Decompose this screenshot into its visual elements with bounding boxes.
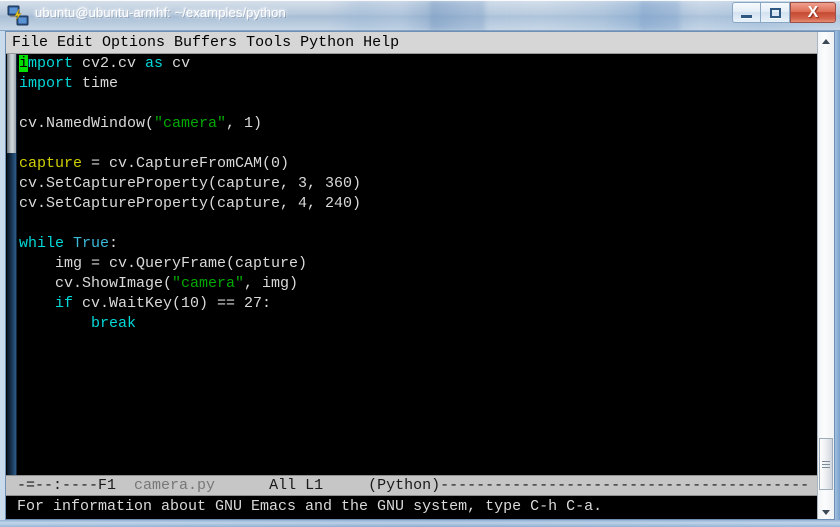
code-line: import cv2.cv as cv bbox=[19, 54, 361, 74]
menu-item-help[interactable]: Help bbox=[363, 35, 399, 50]
window-bottom-border bbox=[0, 520, 840, 527]
emacs-echo-area: For information about GNU Emacs and the … bbox=[6, 496, 834, 519]
code-token: capture bbox=[19, 155, 83, 172]
window-edge-highlight bbox=[0, 0, 840, 1]
putty-ssh-window: ubuntu@ubuntu-armhf: ~/examples/python X… bbox=[0, 0, 840, 527]
code-line: import time bbox=[19, 74, 361, 94]
code-token: img = cv.QueryFrame(capture) bbox=[19, 255, 308, 272]
window-vertical-scrollbar[interactable] bbox=[817, 32, 834, 519]
mode-line-filler: ----------------------------------------… bbox=[440, 477, 810, 494]
window-title: ubuntu@ubuntu-armhf: ~/examples/python bbox=[35, 5, 286, 20]
code-token: , img) bbox=[244, 275, 299, 292]
code-token: import bbox=[19, 75, 74, 92]
code-token: cv bbox=[163, 55, 191, 72]
python-source-code: import cv2.cv as cv import time cv.NamedW… bbox=[19, 54, 361, 334]
menu-item-buffers[interactable]: Buffers bbox=[174, 35, 237, 50]
mode-line-gap3 bbox=[323, 477, 368, 494]
scrollbar-thumb[interactable] bbox=[819, 438, 833, 490]
code-line: img = cv.QueryFrame(capture) bbox=[19, 254, 361, 274]
code-token: time bbox=[73, 75, 119, 92]
mode-line-flags: -=--:----F1 bbox=[17, 477, 117, 494]
code-line: while True: bbox=[19, 234, 361, 254]
scrollbar-grip-icon bbox=[822, 459, 830, 470]
code-line: cv.SetCaptureProperty(capture, 4, 240) bbox=[19, 194, 361, 214]
menu-item-tools[interactable]: Tools bbox=[246, 35, 291, 50]
code-line: if cv.WaitKey(10) == 27: bbox=[19, 294, 361, 314]
glass-streak bbox=[430, 0, 485, 31]
emacs-mode-line: -=--:----F1 camera.py All L1 (Python)---… bbox=[6, 475, 834, 496]
window-right-border bbox=[835, 31, 840, 520]
title-bar[interactable]: ubuntu@ubuntu-armhf: ~/examples/python X bbox=[0, 0, 840, 31]
minimize-button[interactable] bbox=[732, 2, 761, 23]
menu-item-options[interactable]: Options bbox=[102, 35, 165, 50]
terminal-client-area: File Edit Options Buffers Tools Python H… bbox=[5, 31, 835, 520]
mode-line-gap1 bbox=[116, 477, 134, 494]
minimize-icon bbox=[741, 14, 752, 18]
emacs-buffer[interactable]: import cv2.cv as cv import time cv.NamedW… bbox=[6, 54, 834, 475]
scroll-down-button[interactable] bbox=[818, 504, 834, 519]
code-line: capture = cv.CaptureFromCAM(0) bbox=[19, 154, 361, 174]
mode-line-major-mode: (Python) bbox=[368, 477, 441, 494]
menu-item-python[interactable]: Python bbox=[300, 35, 354, 50]
emacs-scrollbar-track[interactable] bbox=[7, 153, 16, 475]
code-token: cv.WaitKey(10) == 27: bbox=[73, 295, 272, 312]
code-token: "camera" bbox=[172, 275, 245, 292]
code-token: cv.NamedWindow( bbox=[19, 115, 155, 132]
code-line: break bbox=[19, 314, 361, 334]
chevron-down-icon bbox=[822, 509, 830, 515]
code-line: cv.ShowImage("camera", img) bbox=[19, 274, 361, 294]
text-cursor: i bbox=[19, 55, 29, 72]
mode-line-position: All L1 bbox=[269, 477, 324, 494]
glass-streak bbox=[640, 0, 680, 31]
putty-terminal-icon bbox=[7, 5, 29, 26]
window-controls: X bbox=[732, 2, 836, 24]
code-token: break bbox=[91, 315, 137, 332]
window-frame: File Edit Options Buffers Tools Python H… bbox=[0, 31, 840, 527]
code-token: if bbox=[55, 295, 74, 312]
mode-line-gap2 bbox=[215, 477, 269, 494]
chevron-up-icon bbox=[822, 38, 830, 44]
code-line: cv.SetCaptureProperty(capture, 3, 360) bbox=[19, 174, 361, 194]
code-token: cv.ShowImage( bbox=[19, 275, 173, 292]
close-button[interactable]: X bbox=[790, 2, 836, 23]
menu-item-edit[interactable]: Edit bbox=[57, 35, 93, 50]
code-token: , 1) bbox=[226, 115, 263, 132]
mode-line-buffer-name: camera.py bbox=[134, 477, 216, 494]
emacs-scrollbar-thumb[interactable] bbox=[7, 54, 16, 153]
code-token: while bbox=[19, 235, 65, 252]
code-token: "camera" bbox=[154, 115, 227, 132]
code-token: True bbox=[73, 235, 110, 252]
close-icon: X bbox=[807, 3, 819, 21]
code-token: mport bbox=[28, 55, 74, 72]
code-token: cv.SetCaptureProperty(capture, 4, 240) bbox=[19, 195, 362, 212]
code-token: cv.SetCaptureProperty(capture, 3, 360) bbox=[19, 175, 362, 192]
emacs-vertical-scrollbar[interactable] bbox=[6, 54, 17, 475]
emacs-menu-bar: File Edit Options Buffers Tools Python H… bbox=[6, 32, 834, 54]
code-token: = cv.CaptureFromCAM(0) bbox=[82, 155, 290, 172]
code-token: cv2.cv bbox=[73, 55, 146, 72]
code-token: as bbox=[145, 55, 164, 72]
maximize-icon bbox=[769, 7, 781, 18]
menu-item-file[interactable]: File bbox=[12, 35, 48, 50]
scroll-up-button[interactable] bbox=[818, 33, 834, 49]
code-token: : bbox=[109, 235, 119, 252]
maximize-button[interactable] bbox=[761, 2, 790, 23]
code-line: cv.NamedWindow("camera", 1) bbox=[19, 114, 361, 134]
